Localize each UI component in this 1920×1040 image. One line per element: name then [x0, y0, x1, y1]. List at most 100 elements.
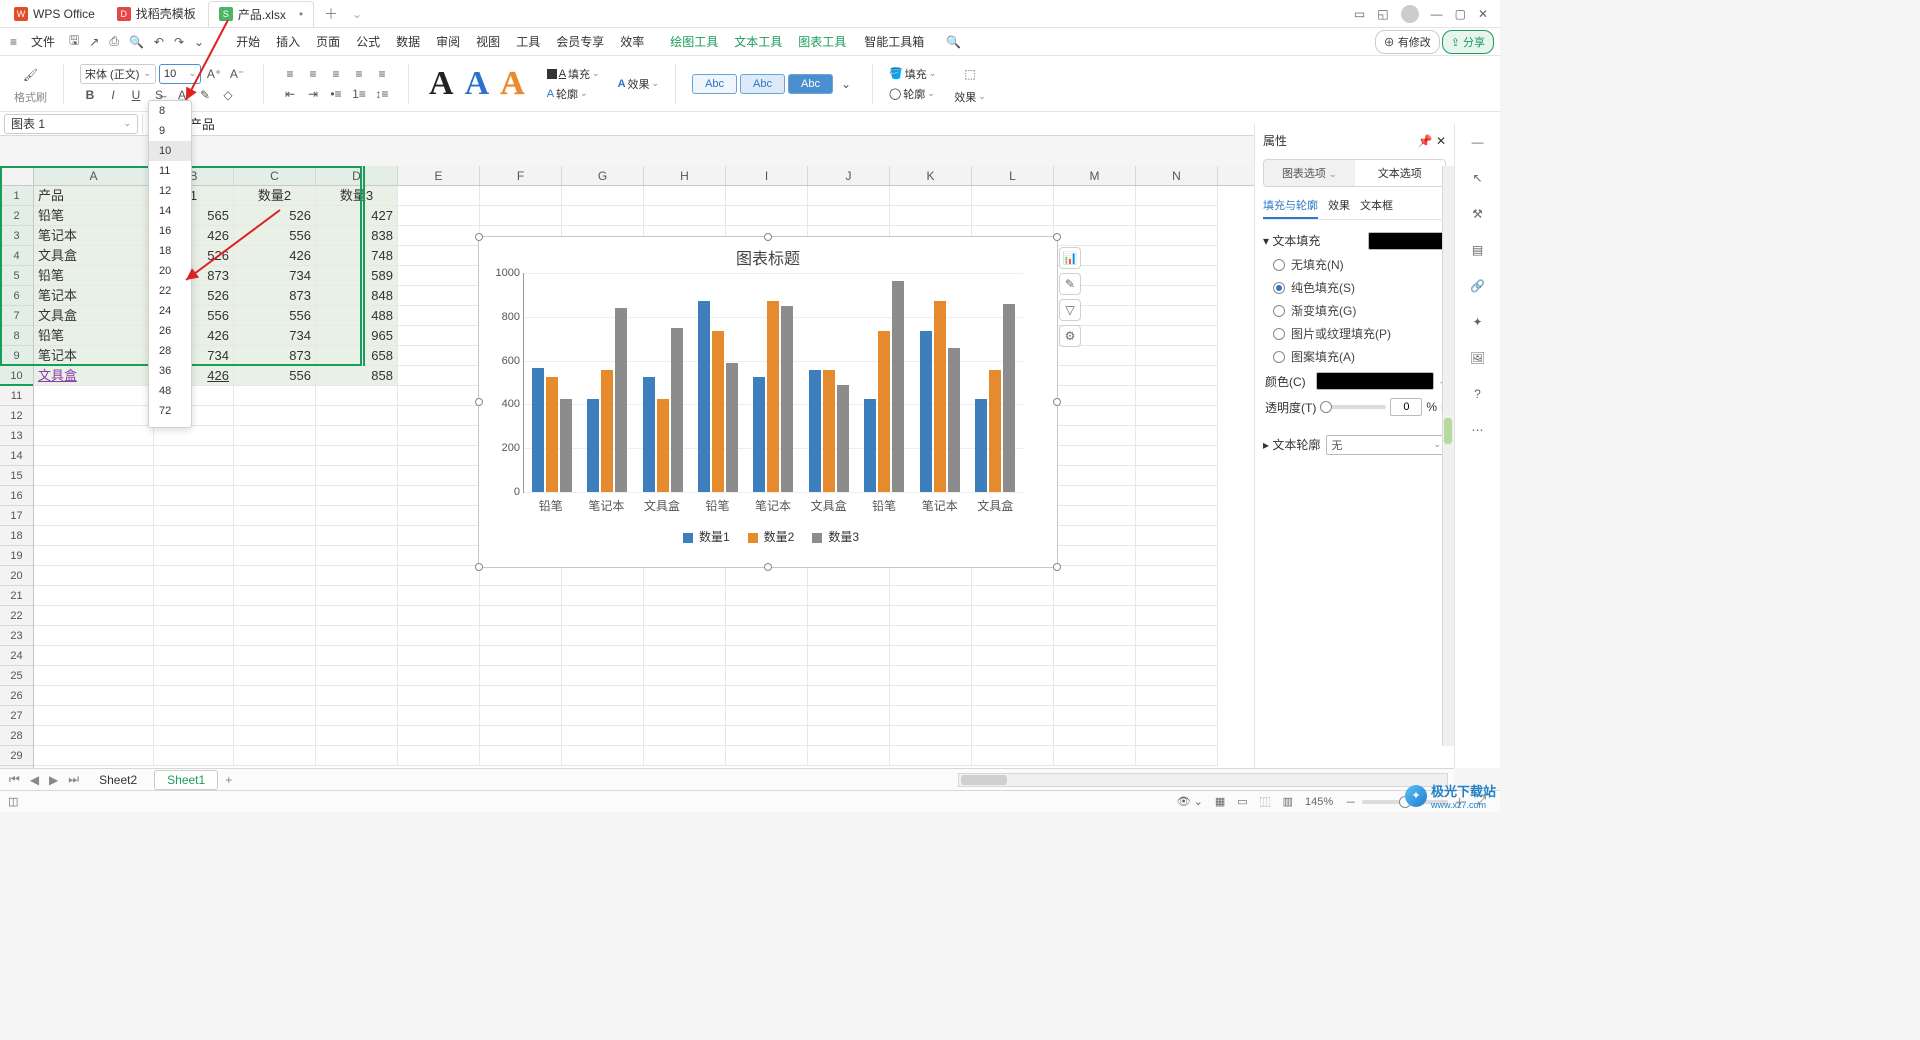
cell[interactable]	[972, 566, 1054, 586]
size-option[interactable]: 10	[149, 141, 191, 161]
col-header[interactable]: G	[562, 166, 644, 185]
cell[interactable]	[726, 606, 808, 626]
cell[interactable]	[316, 386, 398, 406]
size-option[interactable]: 12	[149, 181, 191, 201]
cell[interactable]	[644, 686, 726, 706]
shape-outline-button[interactable]: ◯ 轮廓 ⌄	[889, 86, 935, 102]
cell[interactable]: 笔记本	[34, 226, 154, 246]
bar[interactable]	[878, 331, 890, 492]
menu-green-1[interactable]: 文本工具	[726, 31, 790, 53]
cell[interactable]	[154, 606, 234, 626]
horizontal-scrollbar[interactable]	[958, 773, 1448, 787]
cell[interactable]	[480, 686, 562, 706]
cell[interactable]	[1054, 566, 1136, 586]
cell[interactable]	[890, 686, 972, 706]
view-reading-icon[interactable]: ▥	[1277, 795, 1299, 808]
cell[interactable]	[562, 206, 644, 226]
view-normal-icon[interactable]: ▭	[1231, 795, 1253, 808]
cell[interactable]	[1054, 726, 1136, 746]
row-header[interactable]: 13	[0, 426, 33, 446]
wordart-blue[interactable]: A	[461, 65, 494, 103]
layers-icon[interactable]: ▤	[1466, 238, 1490, 262]
cell[interactable]	[398, 586, 480, 606]
cell[interactable]	[1054, 426, 1136, 446]
cell[interactable]	[1054, 446, 1136, 466]
cell[interactable]	[316, 726, 398, 746]
indent-inc-icon[interactable]: ⇥	[303, 85, 323, 103]
legend-item[interactable]: 数量3	[806, 530, 859, 544]
fx-value[interactable]: 产品	[189, 114, 215, 133]
bar-group[interactable]	[801, 273, 856, 492]
cell[interactable]	[890, 586, 972, 606]
cell[interactable]	[808, 746, 890, 766]
cell[interactable]	[1054, 486, 1136, 506]
help-icon[interactable]: ?	[1466, 382, 1490, 406]
cell[interactable]: 748	[316, 246, 398, 266]
style-abc-3[interactable]: Abc	[788, 74, 833, 94]
cell[interactable]: 数量3	[316, 186, 398, 206]
bar-group[interactable]	[524, 273, 579, 492]
menu-5[interactable]: 审阅	[428, 31, 468, 53]
cell[interactable]	[726, 646, 808, 666]
cell[interactable]	[34, 586, 154, 606]
bar[interactable]	[809, 370, 821, 492]
cell[interactable]	[972, 626, 1054, 646]
cell[interactable]: 文具盒	[34, 246, 154, 266]
cell[interactable]	[644, 586, 726, 606]
font-select[interactable]: 宋体 (正文)⌄	[80, 64, 156, 84]
cell[interactable]	[726, 206, 808, 226]
select-all-corner[interactable]	[0, 166, 34, 186]
cell[interactable]	[34, 406, 154, 426]
hamburger-icon[interactable]: ≡	[6, 33, 21, 51]
menu-1[interactable]: 插入	[268, 31, 308, 53]
fill-option[interactable]: 无填充(N)	[1263, 253, 1446, 276]
row-header[interactable]: 4	[0, 246, 33, 266]
cell[interactable]	[234, 426, 316, 446]
cell[interactable]	[808, 686, 890, 706]
bar[interactable]	[671, 328, 683, 492]
bar[interactable]	[587, 399, 599, 492]
cell[interactable]	[34, 426, 154, 446]
chart-filter-icon[interactable]: ▽	[1059, 299, 1081, 321]
col-header[interactable]: D	[316, 166, 398, 185]
cell[interactable]: 文具盒	[34, 366, 154, 386]
text-fill-button[interactable]: A 填充 ⌄	[547, 66, 600, 82]
bar[interactable]	[948, 348, 960, 492]
cell[interactable]	[644, 606, 726, 626]
cell[interactable]	[808, 666, 890, 686]
chart-object[interactable]: 图表标题 02004006008001000 铅笔笔记本文具盒铅笔笔记本文具盒铅…	[478, 236, 1058, 568]
cell[interactable]	[726, 746, 808, 766]
row-header[interactable]: 11	[0, 386, 33, 406]
cell[interactable]: 笔记本	[34, 346, 154, 366]
cell[interactable]	[234, 506, 316, 526]
cell[interactable]	[1136, 426, 1218, 446]
tab-chart-options[interactable]: 图表选项 ⌄	[1264, 160, 1355, 186]
col-header[interactable]: L	[972, 166, 1054, 185]
size-option[interactable]: 36	[149, 361, 191, 381]
cell[interactable]	[398, 406, 480, 426]
shape-fill-button[interactable]: 🪣 填充 ⌄	[889, 66, 936, 82]
cell[interactable]	[398, 186, 480, 206]
cell[interactable]	[644, 566, 726, 586]
cell[interactable]	[154, 426, 234, 446]
cell[interactable]	[1136, 466, 1218, 486]
fill-option[interactable]: 图片或纹理填充(P)	[1263, 322, 1446, 345]
view-eye-icon[interactable]: 👁 ⌄	[1171, 795, 1209, 808]
cell[interactable]	[154, 686, 234, 706]
cell[interactable]	[972, 186, 1054, 206]
align-justify-icon[interactable]: ≡	[349, 65, 369, 83]
sheet-add[interactable]: +	[222, 773, 235, 787]
align-dist-icon[interactable]: ≡	[372, 65, 392, 83]
cell[interactable]	[316, 406, 398, 426]
changes-button[interactable]: ⊕ 有修改	[1375, 30, 1440, 54]
cell[interactable]	[154, 566, 234, 586]
cell[interactable]	[398, 566, 480, 586]
cell[interactable]	[1054, 366, 1136, 386]
cell[interactable]	[726, 706, 808, 726]
cell[interactable]: 589	[316, 266, 398, 286]
cell[interactable]	[1136, 386, 1218, 406]
cell[interactable]: 658	[316, 346, 398, 366]
cell[interactable]	[316, 486, 398, 506]
cell[interactable]	[34, 646, 154, 666]
cell[interactable]	[154, 626, 234, 646]
